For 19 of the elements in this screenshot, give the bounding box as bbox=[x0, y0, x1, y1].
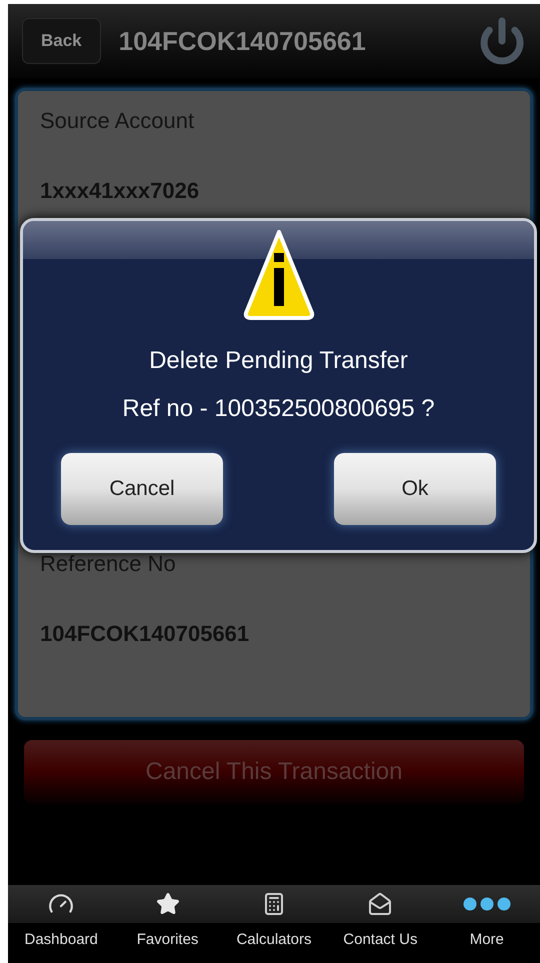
field-value: 1xxx41xxx7026 bbox=[40, 177, 200, 205]
tab-label[interactable]: Calculators bbox=[236, 926, 312, 953]
dialog-button[interactable]: Cancel bbox=[61, 453, 223, 525]
envelope-icon bbox=[368, 892, 392, 916]
power-icon[interactable] bbox=[478, 17, 526, 65]
tab-label[interactable]: Contact Us bbox=[343, 926, 418, 953]
back-button[interactable]: Back bbox=[22, 18, 101, 64]
tab-label[interactable]: Favorites bbox=[136, 926, 198, 953]
warning-icon bbox=[242, 229, 314, 321]
star-icon bbox=[156, 892, 180, 916]
tab-label[interactable]: Dashboard bbox=[24, 926, 98, 953]
field-label: Source Account bbox=[40, 108, 194, 133]
dialog-button[interactable]: Ok bbox=[334, 453, 496, 525]
field-value: 104FCOK140705661 bbox=[40, 620, 250, 648]
dialog-message: Delete Pending Transfer Ref no - 100352500800695 ? bbox=[122, 346, 435, 424]
page-title: 104FCOK140705661 bbox=[118, 24, 367, 58]
field-label: Reference No bbox=[40, 551, 176, 576]
tab-label[interactable]: More bbox=[470, 926, 504, 953]
dots-icon bbox=[462, 896, 511, 910]
